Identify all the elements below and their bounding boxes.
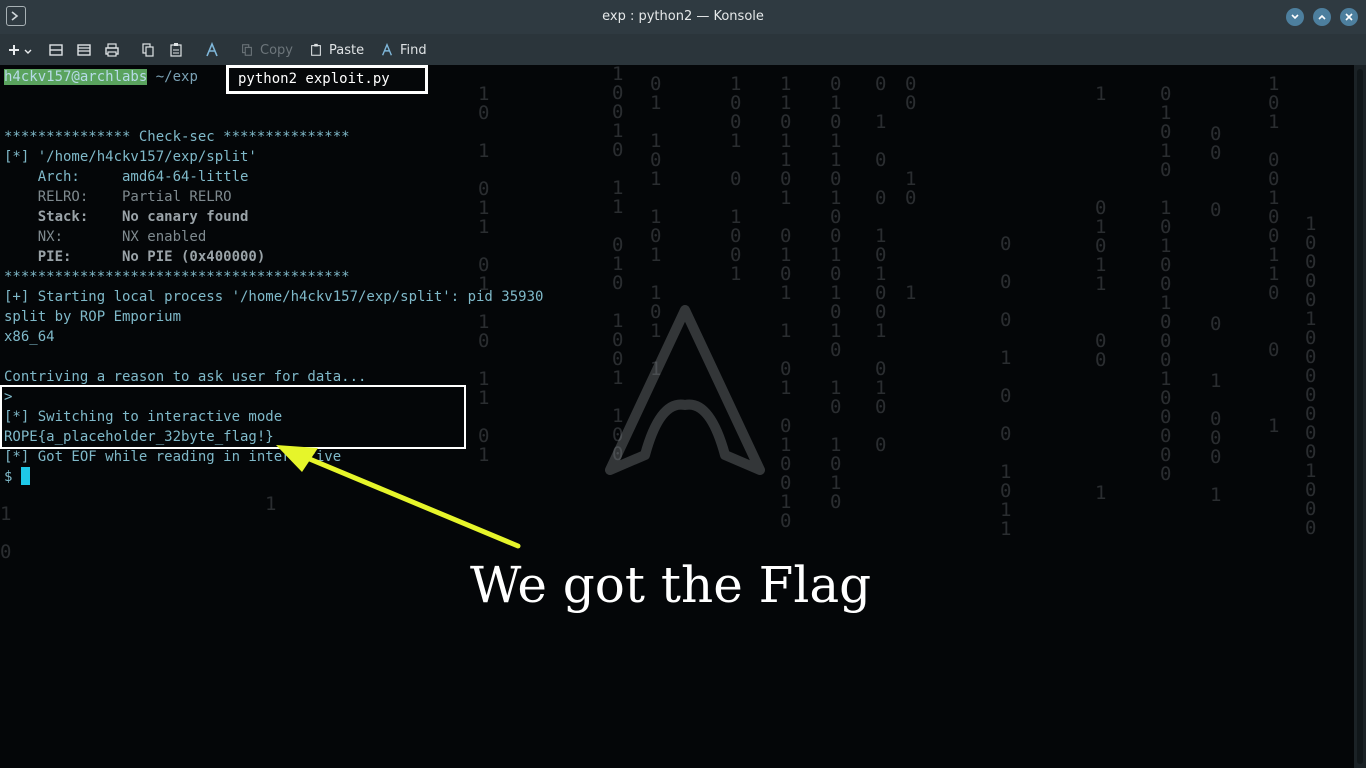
annotation-text: We got the Flag — [470, 556, 872, 614]
annotation-arrow-icon — [276, 445, 521, 549]
